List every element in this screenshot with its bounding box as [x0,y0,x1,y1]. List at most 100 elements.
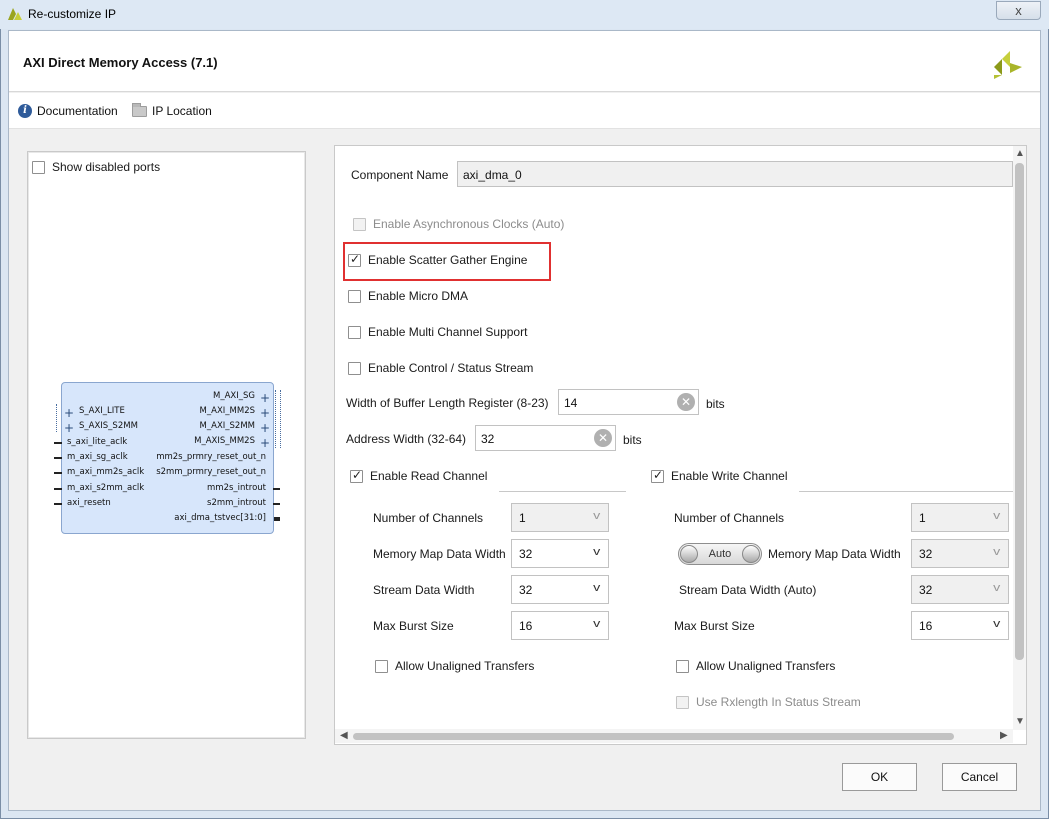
scroll-left-icon[interactable]: ◀ [340,730,348,741]
cancel-button[interactable]: Cancel [942,763,1017,791]
enable-sg-label: Enable Scatter Gather Engine [368,253,528,267]
port-m-axi-mm2s-aclk: m_axi_mm2s_aclk [67,467,145,477]
vertical-scroll-thumb[interactable] [1015,163,1024,660]
write-burst-value: 16 [919,619,933,633]
port-mm2s-introut: mm2s_introut [207,483,266,493]
enable-multi-channel-checkbox[interactable] [348,325,361,339]
read-num-channels-value: 1 [519,511,526,525]
ok-button[interactable]: OK [842,763,917,791]
buffer-length-unit: bits [706,397,725,411]
port-axi-resetn: axi_resetn [67,498,111,508]
expand-plus-icon[interactable]: + [64,407,74,419]
write-unaligned-row[interactable]: Allow Unaligned Transfers [676,659,835,673]
chevron-down-icon: v [992,618,1000,630]
auto-toggle-label: Auto [708,548,732,560]
port-s2mm-introut: s2mm_introut [207,498,266,508]
horizontal-scroll-thumb[interactable] [353,733,954,740]
enable-micro-dma-label: Enable Micro DMA [368,289,469,303]
show-disabled-ports-row[interactable]: Show disabled ports [32,160,160,174]
clear-icon[interactable]: ✕ [677,393,695,411]
rxlength-label: Use Rxlength In Status Stream [696,695,861,709]
port-m-axi-mm2s: M_AXI_MM2S [199,406,255,416]
close-button[interactable]: x [996,1,1041,20]
enable-micro-dma-checkbox[interactable] [348,289,361,303]
enable-write-channel-checkbox[interactable] [651,468,664,483]
read-unaligned-row[interactable]: Allow Unaligned Transfers [375,659,534,673]
pin [54,472,62,474]
expand-plus-icon[interactable]: + [64,422,74,434]
divider [499,491,626,492]
pin [54,488,62,490]
chevron-down-icon: v [992,582,1000,594]
enable-control-status-checkbox[interactable] [348,361,361,375]
write-num-channels-label: Number of Channels [674,511,785,525]
expand-plus-icon[interactable]: + [260,422,270,434]
show-disabled-ports-checkbox[interactable] [32,160,45,174]
scroll-down-icon[interactable]: ▼ [1015,716,1025,727]
write-mm-width-label: Memory Map Data Width [768,547,901,561]
documentation-label: Documentation [37,104,118,118]
read-burst-value: 16 [519,619,533,633]
enable-read-channel-label: Enable Read Channel [370,469,488,483]
title-bar[interactable]: Re-customize IP x [0,0,1049,29]
expand-plus-icon[interactable]: + [260,437,270,449]
documentation-menu[interactable]: i Documentation [18,104,118,118]
write-unaligned-checkbox[interactable] [676,659,689,673]
read-unaligned-label: Allow Unaligned Transfers [395,659,535,673]
chevron-down-icon: v [592,582,600,594]
toolbar: i Documentation IP Location [9,93,1040,129]
read-mm-width-value: 32 [519,547,533,561]
enable-sg-row[interactable]: Enable Scatter Gather Engine [348,252,528,267]
enable-read-channel-row[interactable]: Enable Read Channel [350,468,488,483]
vivado-logo-icon [8,8,22,20]
enable-async-clocks-checkbox [353,217,366,231]
read-stream-width-value: 32 [519,583,533,597]
page-title: AXI Direct Memory Access (7.1) [23,55,218,70]
enable-write-channel-label: Enable Write Channel [671,469,788,483]
port-m-axi-s2mm: M_AXI_S2MM [199,421,255,431]
write-stream-width-label: Stream Data Width (Auto) [679,583,817,597]
xilinx-logo-icon [994,51,1022,79]
port-s-axis-s2mm: S_AXIS_S2MM [79,421,138,431]
enable-multi-channel-row[interactable]: Enable Multi Channel Support [348,325,527,339]
read-unaligned-checkbox[interactable] [375,659,388,673]
chevron-down-icon: v [592,618,600,630]
pin [273,488,280,490]
port-mm2s-reset-out: mm2s_prmry_reset_out_n [156,452,266,462]
expand-plus-icon[interactable]: + [260,407,270,419]
scroll-right-icon[interactable]: ▶ [1000,730,1008,741]
chevron-down-icon: v [592,510,600,522]
read-stream-width-select[interactable]: 32 v [511,575,609,604]
enable-write-channel-row[interactable]: Enable Write Channel [651,468,788,483]
write-stream-width-select: 32 v [911,575,1009,604]
component-name-input[interactable]: axi_dma_0 [457,161,1013,187]
bus-pins [56,404,61,432]
enable-control-status-row[interactable]: Enable Control / Status Stream [348,361,533,375]
component-name-label: Component Name [351,168,449,182]
port-s-axi-lite-aclk: s_axi_lite_aclk [67,437,128,447]
rxlength-checkbox [676,695,689,709]
enable-sg-checkbox[interactable] [348,252,361,267]
enable-micro-dma-row[interactable]: Enable Micro DMA [348,289,468,303]
ip-location-button[interactable]: IP Location [132,102,212,118]
enable-read-channel-checkbox[interactable] [350,468,363,483]
toggle-knob [680,545,698,563]
write-burst-select[interactable]: 16 v [911,611,1009,640]
write-mm-width-select: 32 v [911,539,1009,568]
port-tstvec: axi_dma_tstvec[31:0] [174,513,266,523]
header: AXI Direct Memory Access (7.1) [9,31,1040,92]
auto-toggle[interactable]: Auto [678,543,762,565]
pin [54,503,62,505]
rxlength-row: Use Rxlength In Status Stream [676,695,861,709]
clear-icon[interactable]: ✕ [594,429,612,447]
scroll-up-icon[interactable]: ▲ [1015,148,1025,159]
ip-symbol: M_AXI_SG M_AXI_MM2S M_AXI_S2MM M_AXIS_MM… [61,382,274,534]
read-burst-label: Max Burst Size [373,619,454,633]
port-m-axi-s2mm-aclk: m_axi_s2mm_aclk [67,483,145,493]
read-burst-select[interactable]: 16 v [511,611,609,640]
read-mm-width-label: Memory Map Data Width [373,547,506,561]
read-mm-width-select[interactable]: 32 v [511,539,609,568]
write-stream-width-value: 32 [919,583,933,597]
expand-plus-icon[interactable]: + [260,392,270,404]
write-num-channels-select: 1v [911,503,1009,532]
